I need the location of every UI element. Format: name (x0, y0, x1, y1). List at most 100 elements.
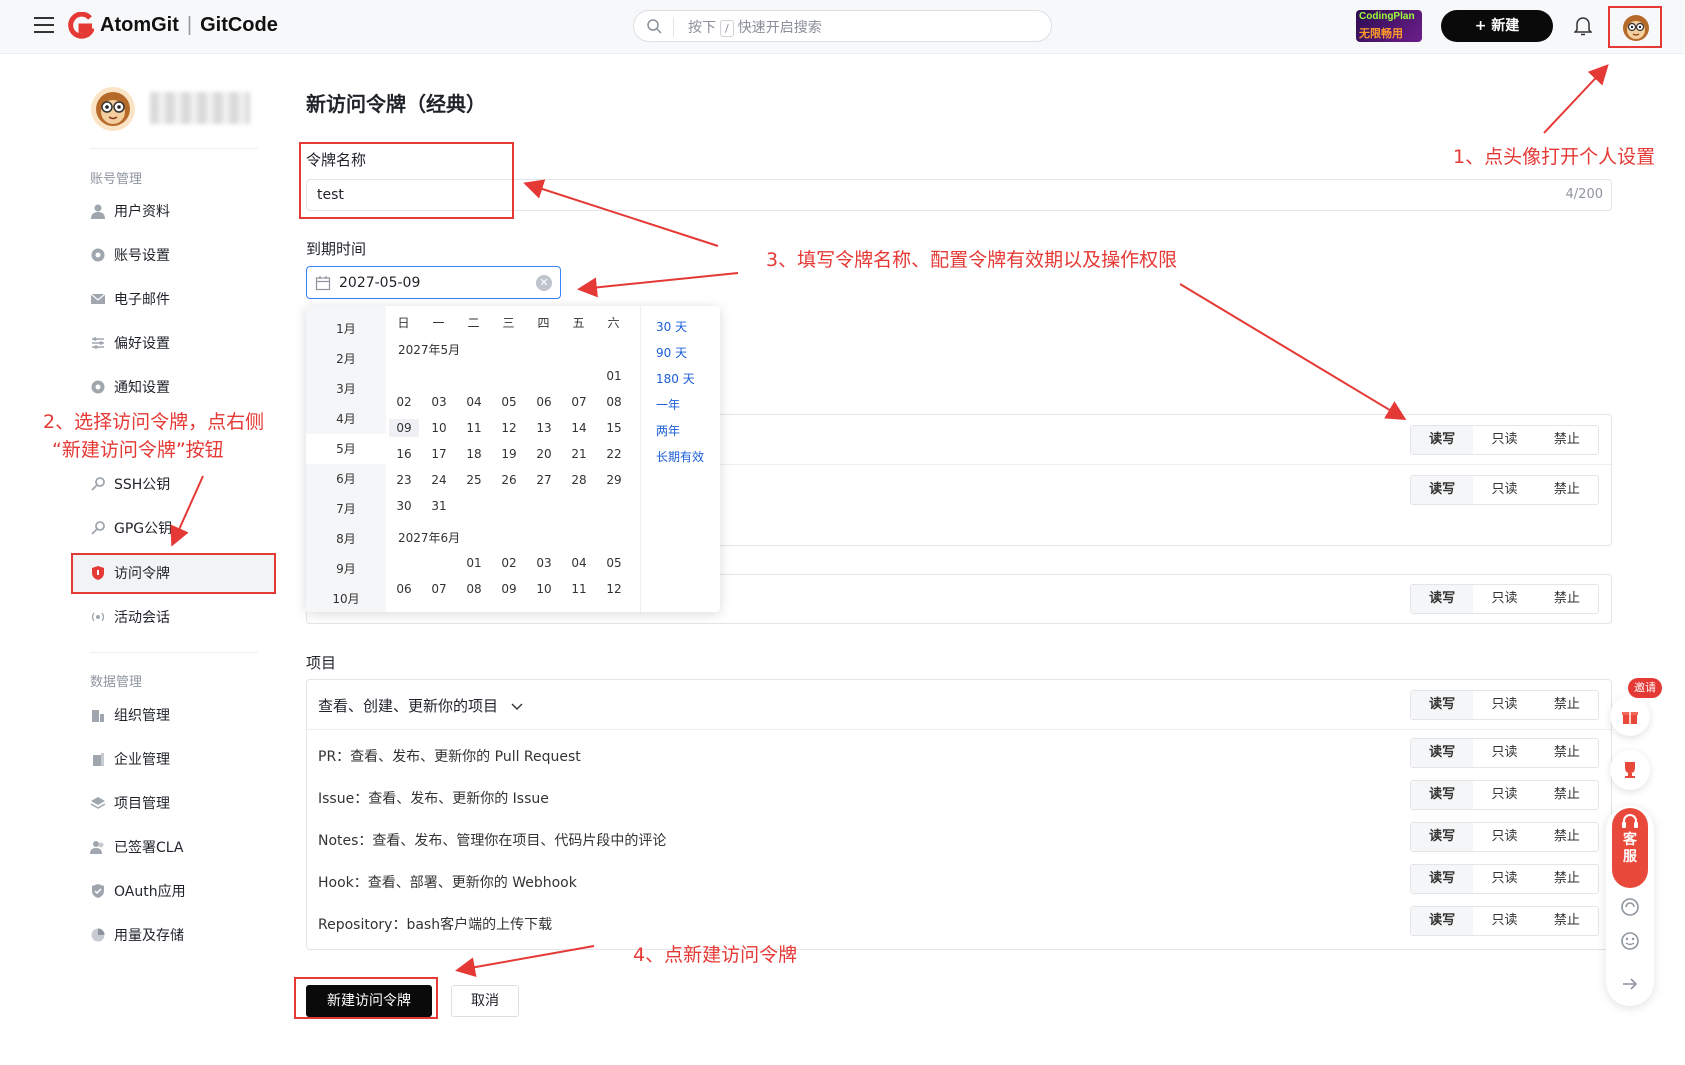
quick-range-option[interactable]: 90 天 (656, 344, 687, 361)
search-input[interactable]: 按下 / 快速开启搜索 (633, 10, 1052, 42)
option-read-only[interactable]: 只读 (1473, 823, 1535, 851)
sidebar-item-preferences[interactable]: 偏好设置 (90, 329, 170, 357)
sidebar-item-sessions[interactable]: 活动会话 (90, 603, 170, 631)
month-item[interactable]: 9月 (306, 554, 386, 584)
sidebar-item-enterprises[interactable]: 企业管理 (90, 745, 170, 773)
calendar-day[interactable]: 03 (529, 554, 559, 572)
brand-name[interactable]: AtomGit | GitCode (100, 14, 278, 37)
option-read-only[interactable]: 只读 (1473, 739, 1535, 767)
calendar-day[interactable]: 01 (459, 554, 489, 572)
clear-icon[interactable]: ✕ (536, 275, 552, 291)
calendar-day[interactable]: 06 (389, 580, 419, 598)
sidebar-item-cla[interactable]: 已签署CLA (90, 833, 183, 861)
calendar-day[interactable]: 14 (564, 419, 594, 437)
calendar-day[interactable]: 08 (459, 580, 489, 598)
option-read-only[interactable]: 只读 (1473, 691, 1535, 719)
sidebar-item-access-tokens[interactable]: 访问令牌 (90, 559, 170, 587)
permission-segment[interactable]: 读写 只读 禁止 (1410, 780, 1599, 810)
new-button[interactable]: + 新建 (1441, 10, 1553, 42)
option-deny[interactable]: 禁止 (1536, 865, 1598, 893)
calendar-day[interactable]: 05 (494, 393, 524, 411)
option-deny[interactable]: 禁止 (1536, 585, 1598, 613)
trophy-icon[interactable] (1610, 750, 1650, 790)
calendar-day[interactable]: 30 (389, 497, 419, 515)
calendar-day[interactable]: 12 (494, 419, 524, 437)
calendar-day[interactable]: 13 (529, 419, 559, 437)
customer-service-button[interactable]: 客服 (1612, 808, 1648, 888)
permission-segment[interactable]: 读写 只读 禁止 (1410, 822, 1599, 852)
permission-segment[interactable]: 读写 只读 禁止 (1410, 690, 1599, 720)
calendar-day[interactable]: 31 (424, 497, 454, 515)
option-deny[interactable]: 禁止 (1536, 426, 1598, 454)
calendar-day[interactable]: 11 (564, 580, 594, 598)
sidebar-item-account-settings[interactable]: 账号设置 (90, 241, 170, 269)
quick-range-option[interactable]: 长期有效 (656, 448, 704, 465)
calendar-day[interactable]: 03 (424, 393, 454, 411)
month-item[interactable]: 3月 (306, 374, 386, 404)
calendar-day[interactable]: 01 (599, 367, 629, 385)
month-item[interactable]: 6月 (306, 464, 386, 494)
sidebar-item-notifications[interactable]: 通知设置 (90, 373, 170, 401)
calendar-day[interactable]: 06 (529, 393, 559, 411)
calendar-day[interactable]: 10 (529, 580, 559, 598)
sidebar-item-gpg-keys[interactable]: GPG公钥 (90, 514, 172, 542)
expiry-date-input[interactable]: 2027-05-09 ✕ (306, 266, 561, 299)
option-deny[interactable]: 禁止 (1536, 739, 1598, 767)
month-item[interactable]: 1月 (306, 314, 386, 344)
calendar-day[interactable]: 10 (424, 419, 454, 437)
calendar-day[interactable]: 21 (564, 445, 594, 463)
permission-segment[interactable]: 读写 只读 禁止 (1410, 475, 1599, 505)
sidebar-item-projects[interactable]: 项目管理 (90, 789, 170, 817)
option-read-write[interactable]: 读写 (1411, 426, 1474, 454)
option-deny[interactable]: 禁止 (1536, 691, 1598, 719)
calendar-day[interactable]: 28 (564, 471, 594, 489)
calendar-day[interactable]: 22 (599, 445, 629, 463)
calendar-day[interactable]: 08 (599, 393, 629, 411)
permission-segment[interactable]: 读写 只读 禁止 (1410, 425, 1599, 455)
quick-range-option[interactable]: 30 天 (656, 318, 687, 335)
option-deny[interactable]: 禁止 (1536, 476, 1598, 504)
calendar-day[interactable]: 24 (424, 471, 454, 489)
calendar-day[interactable]: 04 (459, 393, 489, 411)
calendar-day[interactable]: 18 (459, 445, 489, 463)
coding-plan-banner[interactable]: CodingPlan 无限畅用 (1356, 10, 1422, 42)
calendar-day[interactable]: 27 (529, 471, 559, 489)
option-read-only[interactable]: 只读 (1473, 781, 1535, 809)
month-item[interactable]: 7月 (306, 494, 386, 524)
quick-range-option[interactable]: 180 天 (656, 370, 695, 387)
option-deny[interactable]: 禁止 (1536, 781, 1598, 809)
month-item[interactable]: 10月 (306, 584, 386, 614)
calendar-day[interactable]: 26 (494, 471, 524, 489)
calendar-day[interactable]: 07 (564, 393, 594, 411)
calendar-day[interactable]: 17 (424, 445, 454, 463)
calendar-day[interactable]: 23 (389, 471, 419, 489)
cancel-button[interactable]: 取消 (451, 985, 519, 1017)
sidebar-item-email[interactable]: 电子邮件 (90, 285, 170, 313)
calendar-day[interactable]: 11 (459, 419, 489, 437)
quick-range-option[interactable]: 两年 (656, 422, 680, 439)
option-read-only[interactable]: 只读 (1473, 476, 1535, 504)
calendar-day[interactable]: 04 (564, 554, 594, 572)
option-read-write[interactable]: 读写 (1411, 907, 1474, 935)
option-read-write[interactable]: 读写 (1411, 691, 1474, 719)
calendar-day[interactable]: 29 (599, 471, 629, 489)
sidebar-item-ssh-keys[interactable]: SSH公钥 (90, 470, 170, 498)
menu-icon[interactable] (34, 17, 54, 35)
option-read-write[interactable]: 读写 (1411, 585, 1474, 613)
calendar-day[interactable]: 19 (494, 445, 524, 463)
permission-segment[interactable]: 读写 只读 禁止 (1410, 864, 1599, 894)
sidebar-item-organizations[interactable]: 组织管理 (90, 701, 170, 729)
option-read-only[interactable]: 只读 (1473, 907, 1535, 935)
option-read-only[interactable]: 只读 (1473, 865, 1535, 893)
sidebar-item-profile[interactable]: 用户资料 (90, 197, 170, 225)
quick-range-option[interactable]: 一年 (656, 396, 680, 413)
permission-segment[interactable]: 读写 只读 禁止 (1410, 584, 1599, 614)
option-read-write[interactable]: 读写 (1411, 823, 1474, 851)
option-read-write[interactable]: 读写 (1411, 781, 1474, 809)
calendar-day[interactable]: 02 (389, 393, 419, 411)
bell-icon[interactable] (1574, 16, 1592, 36)
month-item[interactable]: 2月 (306, 344, 386, 374)
option-read-write[interactable]: 读写 (1411, 739, 1474, 767)
sidebar-item-usage[interactable]: 用量及存储 (90, 921, 184, 949)
calendar-day[interactable]: 09 (494, 580, 524, 598)
